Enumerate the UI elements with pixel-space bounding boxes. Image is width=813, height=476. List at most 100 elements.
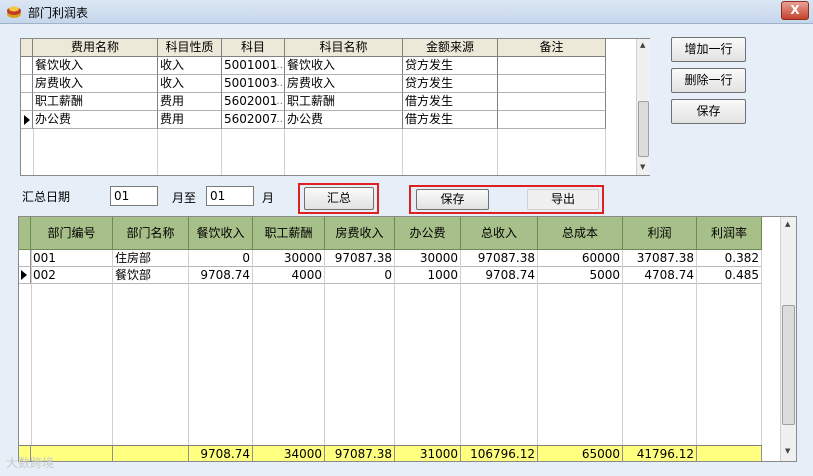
cell-source[interactable]: 贷方发生: [403, 75, 498, 93]
save-settings-button[interactable]: 保存: [671, 99, 746, 124]
cell-nature[interactable]: 收入: [158, 75, 222, 93]
total-catering: 9708.74: [189, 445, 253, 461]
cell-nature[interactable]: 费用: [158, 111, 222, 129]
delete-row-button[interactable]: 删除一行: [671, 68, 746, 93]
cell-office[interactable]: 1000: [395, 267, 461, 284]
scroll-thumb[interactable]: [638, 101, 649, 157]
cell-room[interactable]: 0: [325, 267, 395, 284]
export-button[interactable]: 导出: [527, 189, 599, 210]
cell-dept-name[interactable]: 餐饮部: [113, 267, 189, 284]
cell-subject-name[interactable]: 餐饮收入: [285, 57, 403, 75]
ellipsis-button[interactable]: …: [273, 57, 283, 74]
col-header-dept-name[interactable]: 部门名称: [113, 217, 189, 250]
cell-dept-no[interactable]: 002: [31, 267, 113, 284]
cell-catering[interactable]: 9708.74: [189, 267, 253, 284]
cell-subject[interactable]: 5001003…: [222, 75, 285, 93]
subject-grid[interactable]: 费用名称 科目性质 科目 科目名称 金额来源 备注 餐饮收入 收入 500100…: [20, 38, 650, 176]
cell-cost[interactable]: 5000: [538, 267, 623, 284]
cell-salary[interactable]: 30000: [253, 250, 325, 267]
table-row[interactable]: 002 餐饮部 9708.74 4000 0 1000 9708.74 5000…: [19, 267, 781, 284]
scroll-up-icon[interactable]: ▲: [640, 41, 645, 49]
col-header-subject[interactable]: 科目: [222, 39, 285, 57]
summarize-button[interactable]: 汇总: [304, 187, 374, 210]
col-header-margin[interactable]: 利润率: [697, 217, 762, 250]
table-row[interactable]: 房费收入 收入 5001003… 房费收入 贷方发生: [21, 75, 621, 93]
scroll-up-icon[interactable]: ▲: [785, 220, 790, 228]
cell-subject-value: 5001003: [224, 76, 278, 90]
cell-remark[interactable]: [498, 93, 606, 111]
cell-subject[interactable]: 5602001…: [222, 93, 285, 111]
grid-line: [761, 250, 762, 445]
cell-subject-name[interactable]: 办公费: [285, 111, 403, 129]
scroll-down-icon[interactable]: ▼: [640, 163, 645, 171]
col-header-office[interactable]: 办公费: [395, 217, 461, 250]
cell-margin[interactable]: 0.382: [697, 250, 762, 267]
table-row[interactable]: 办公费 费用 5602007… 办公费 借方发生: [21, 111, 621, 129]
current-row-arrow-icon: [21, 270, 27, 280]
cell-income[interactable]: 9708.74: [461, 267, 538, 284]
table-row[interactable]: 001 住房部 0 30000 97087.38 30000 97087.38 …: [19, 250, 781, 267]
cell-fee-name[interactable]: 餐饮收入: [33, 57, 158, 75]
cell-dept-name[interactable]: 住房部: [113, 250, 189, 267]
col-header-catering[interactable]: 餐饮收入: [189, 217, 253, 250]
ellipsis-button[interactable]: …: [273, 111, 283, 128]
col-header-subject-name[interactable]: 科目名称: [285, 39, 403, 57]
cell-subject-value: 5001001: [224, 58, 278, 72]
cell-remark[interactable]: [498, 111, 606, 129]
cell-office[interactable]: 30000: [395, 250, 461, 267]
cell-fee-name[interactable]: 房费收入: [33, 75, 158, 93]
cell-profit[interactable]: 37087.38: [623, 250, 697, 267]
grid-line: [252, 250, 253, 445]
cell-subject-name[interactable]: 职工薪酬: [285, 93, 403, 111]
grid-line: [622, 250, 623, 445]
col-header-source[interactable]: 金额来源: [403, 39, 498, 57]
cell-nature[interactable]: 收入: [158, 57, 222, 75]
ellipsis-button[interactable]: …: [273, 93, 283, 110]
totals-row: 9708.74 34000 97087.38 31000 106796.12 6…: [19, 445, 781, 461]
from-month-input[interactable]: [110, 186, 158, 206]
add-row-button[interactable]: 增加一行: [671, 37, 746, 62]
col-header-dept-no[interactable]: 部门编号: [31, 217, 113, 250]
table-row[interactable]: 餐饮收入 收入 5001001… 餐饮收入 贷方发生: [21, 57, 621, 75]
scroll-down-icon[interactable]: ▼: [785, 447, 790, 455]
profit-grid[interactable]: 部门编号 部门名称 餐饮收入 职工薪酬 房费收入 办公费 总收入 总成本 利润 …: [18, 216, 797, 462]
to-month-input[interactable]: [206, 186, 254, 206]
cell-fee-name[interactable]: 职工薪酬: [33, 93, 158, 111]
cell-nature[interactable]: 费用: [158, 93, 222, 111]
col-header-fee-name[interactable]: 费用名称: [33, 39, 158, 57]
cell-subject[interactable]: 5602007…: [222, 111, 285, 129]
col-header-income[interactable]: 总收入: [461, 217, 538, 250]
col-header-room[interactable]: 房费收入: [325, 217, 395, 250]
cell-fee-name[interactable]: 办公费: [33, 111, 158, 129]
vertical-scrollbar[interactable]: ▲ ▼: [780, 217, 796, 461]
cell-remark[interactable]: [498, 57, 606, 75]
col-header-cost[interactable]: 总成本: [538, 217, 623, 250]
col-header-salary[interactable]: 职工薪酬: [253, 217, 325, 250]
total-room: 97087.38: [325, 445, 395, 461]
cell-cost[interactable]: 60000: [538, 250, 623, 267]
col-header-remark[interactable]: 备注: [498, 39, 606, 57]
grid-line: [188, 250, 189, 445]
cell-catering[interactable]: 0: [189, 250, 253, 267]
save-button[interactable]: 保存: [416, 189, 489, 210]
vertical-scrollbar[interactable]: ▲ ▼: [636, 39, 650, 175]
cell-remark[interactable]: [498, 75, 606, 93]
row-indicator: [21, 93, 33, 111]
cell-source[interactable]: 借方发生: [403, 93, 498, 111]
cell-subject[interactable]: 5001001…: [222, 57, 285, 75]
cell-room[interactable]: 97087.38: [325, 250, 395, 267]
cell-subject-name[interactable]: 房费收入: [285, 75, 403, 93]
cell-profit[interactable]: 4708.74: [623, 267, 697, 284]
table-row[interactable]: 职工薪酬 费用 5602001… 职工薪酬 借方发生: [21, 93, 621, 111]
ellipsis-button[interactable]: …: [273, 75, 283, 92]
close-button[interactable]: X: [781, 1, 809, 20]
col-header-profit[interactable]: 利润: [623, 217, 697, 250]
cell-salary[interactable]: 4000: [253, 267, 325, 284]
col-header-nature[interactable]: 科目性质: [158, 39, 222, 57]
cell-income[interactable]: 97087.38: [461, 250, 538, 267]
scroll-thumb[interactable]: [782, 305, 795, 425]
cell-source[interactable]: 贷方发生: [403, 57, 498, 75]
cell-source[interactable]: 借方发生: [403, 111, 498, 129]
cell-dept-no[interactable]: 001: [31, 250, 113, 267]
cell-margin[interactable]: 0.485: [697, 267, 762, 284]
